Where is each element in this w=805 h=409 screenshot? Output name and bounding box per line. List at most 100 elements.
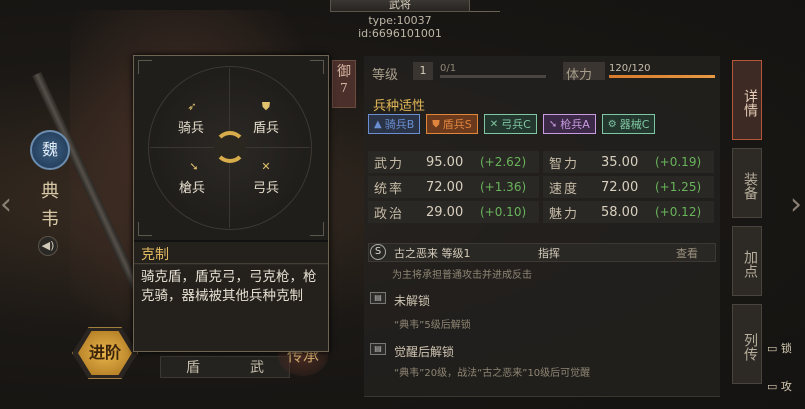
affinity-row: ▲ 骑兵B ⛊ 盾兵S ✕ 弓兵C ➘ 枪兵A ⚙ 器械C [368, 114, 718, 136]
popup-title: 克制 [141, 247, 169, 263]
attribute-value: 35.00 [601, 154, 639, 170]
lock-slot-2-title: 觉醒后解锁 [394, 345, 455, 359]
attack-label: 攻 [780, 380, 792, 393]
bottom-tabs: 盾 武 [160, 356, 290, 378]
tab-biography[interactable]: 列传 [732, 304, 762, 384]
tab-equip[interactable]: 装备 [732, 148, 762, 218]
unit-type-icon: ⚙ [607, 118, 617, 130]
debug-type: type:10037 [368, 14, 432, 27]
exp-text: 0/1 [440, 63, 457, 74]
unit-type-icon: ▲ [374, 118, 382, 130]
skill-grade-badge: S [370, 244, 386, 260]
lock-button[interactable]: ▭ 锁 [767, 340, 792, 356]
attribute-value: 58.00 [601, 204, 639, 220]
next-hero-arrow-icon[interactable]: › [790, 180, 804, 230]
attribute-name: 速度 [549, 181, 580, 197]
attribute-cell: 统率 72.00 (+1.36) [368, 176, 539, 198]
lock-slot-1-title: 未解锁 [394, 294, 431, 308]
corner-ornament [138, 60, 152, 74]
affinity-chip: ⚙ 器械C [601, 114, 656, 134]
debug-id: id:6696101001 [358, 27, 442, 40]
rank-badge-label: 御 [337, 64, 351, 80]
affinity-label: 器械C [619, 118, 650, 131]
attribute-cell: 智力 35.00 (+0.19) [543, 151, 714, 173]
bow-icon: ✕ [261, 160, 271, 173]
rank-badge-value: 7 [340, 81, 348, 95]
attribute-value: 72.00 [601, 179, 639, 195]
attributes-grid: 武力 95.00 (+2.62) 智力 35.00 (+0.19) 统率 72.00 (+1.3… [368, 150, 718, 225]
attribute-bonus: (+0.19) [655, 155, 702, 169]
cavalry-icon: ➶ [187, 100, 197, 113]
tab-add-points[interactable]: 加点 [732, 226, 762, 296]
wheel-label-cavalry: 骑兵 [178, 121, 205, 136]
popup-text: 骑克盾，盾克弓，弓克枪，枪克骑，器械被其他兵种克制 [141, 269, 317, 304]
cycle-center [222, 139, 238, 155]
attribute-bonus: (+0.12) [655, 205, 702, 219]
corner-ornament [310, 222, 324, 236]
lock-slot-2-desc: “典韦”20级，战法“古之恶来”10级后可觉醒 [394, 368, 591, 379]
attribute-name: 统率 [374, 181, 405, 197]
level-value: 1 [413, 62, 433, 80]
book-lock-icon: ▤ [370, 292, 386, 304]
attribute-name: 魅力 [549, 206, 580, 222]
attribute-bonus: (+1.25) [655, 180, 702, 194]
attribute-value: 29.00 [426, 204, 464, 220]
attribute-cell: 速度 72.00 (+1.25) [543, 176, 714, 198]
attribute-row: 政治 29.00 (+0.10) 魅力 58.00 (+0.12) [368, 200, 718, 224]
bottom-tab-martial[interactable]: 武 [250, 357, 264, 377]
hero-name: 典韦 [41, 181, 59, 230]
stamina-text: 120/120 [609, 63, 651, 74]
wheel-label-bow: 弓兵 [253, 181, 280, 196]
faction-badge: 魏 [30, 130, 70, 170]
affinity-title: 兵种适性 [373, 99, 426, 114]
affinity-chip: ➘ 枪兵A [542, 114, 596, 134]
affinity-chip: ▲ 骑兵B [368, 114, 421, 134]
affinity-label: 骑兵B [384, 118, 415, 131]
affinity-label: 盾兵S [442, 118, 472, 131]
tab-detail[interactable]: 详情 [732, 60, 762, 140]
game-screen: 武将 type:10037 id:6696101001 ‹ 魏 典韦 ◀) 进阶… [0, 0, 805, 409]
attribute-cell: 政治 29.00 (+0.10) [368, 201, 539, 223]
speaker-icon[interactable]: ◀) [38, 236, 58, 256]
previous-hero-arrow-icon[interactable]: ‹ [0, 180, 14, 230]
lock-icon: ▭ [767, 342, 778, 355]
popup-divider [134, 263, 328, 265]
attribute-value: 72.00 [426, 179, 464, 195]
skill-name: 古之恶来 等级1 [394, 247, 471, 260]
affinity-label: 枪兵A [560, 118, 590, 131]
corner-ornament [310, 60, 324, 74]
lock-label: 锁 [780, 342, 792, 355]
unit-type-icon: ✕ [489, 118, 499, 130]
level-label: 等级 [372, 68, 399, 83]
attribute-bonus: (+0.10) [480, 205, 527, 219]
bottom-tab-shield[interactable]: 盾 [186, 357, 200, 377]
unit-type-icon: ➘ [548, 118, 558, 130]
attribute-name: 政治 [374, 206, 405, 222]
affinity-label: 弓兵C [501, 118, 531, 131]
attribute-value: 95.00 [426, 154, 464, 170]
corner-ornament [138, 222, 152, 236]
stamina-bar [609, 75, 715, 78]
spear-icon: ➘ [189, 160, 199, 173]
book-lock-icon: ▤ [370, 343, 386, 355]
attribute-bonus: (+1.36) [480, 180, 527, 194]
attribute-cell: 武力 95.00 (+2.62) [368, 151, 539, 173]
shield-icon: ⛊ [261, 100, 271, 113]
rank-badge: 御 7 [332, 60, 356, 108]
page-title: 武将 [330, 0, 470, 12]
stamina-label: 体力 [566, 68, 593, 83]
lock-slot-1-desc: “典韦”5级后解锁 [394, 320, 471, 331]
attribute-name: 智力 [549, 156, 580, 172]
skill-type: 指挥 [538, 247, 560, 260]
title-flourish [470, 0, 500, 12]
skill-view-link[interactable]: 查看 [676, 245, 698, 261]
wheel-label-shield: 盾兵 [253, 121, 280, 136]
attack-button[interactable]: ▭ 攻 [767, 378, 792, 394]
scroll-icon: ▭ [767, 380, 778, 393]
attribute-name: 武力 [374, 156, 405, 172]
panel-divider [364, 396, 720, 397]
unit-type-icon: ⛊ [432, 118, 440, 130]
wheel-label-spear: 槍兵 [179, 181, 206, 196]
popup-divider [134, 240, 328, 242]
attribute-row: 武力 95.00 (+2.62) 智力 35.00 (+0.19) [368, 150, 718, 174]
